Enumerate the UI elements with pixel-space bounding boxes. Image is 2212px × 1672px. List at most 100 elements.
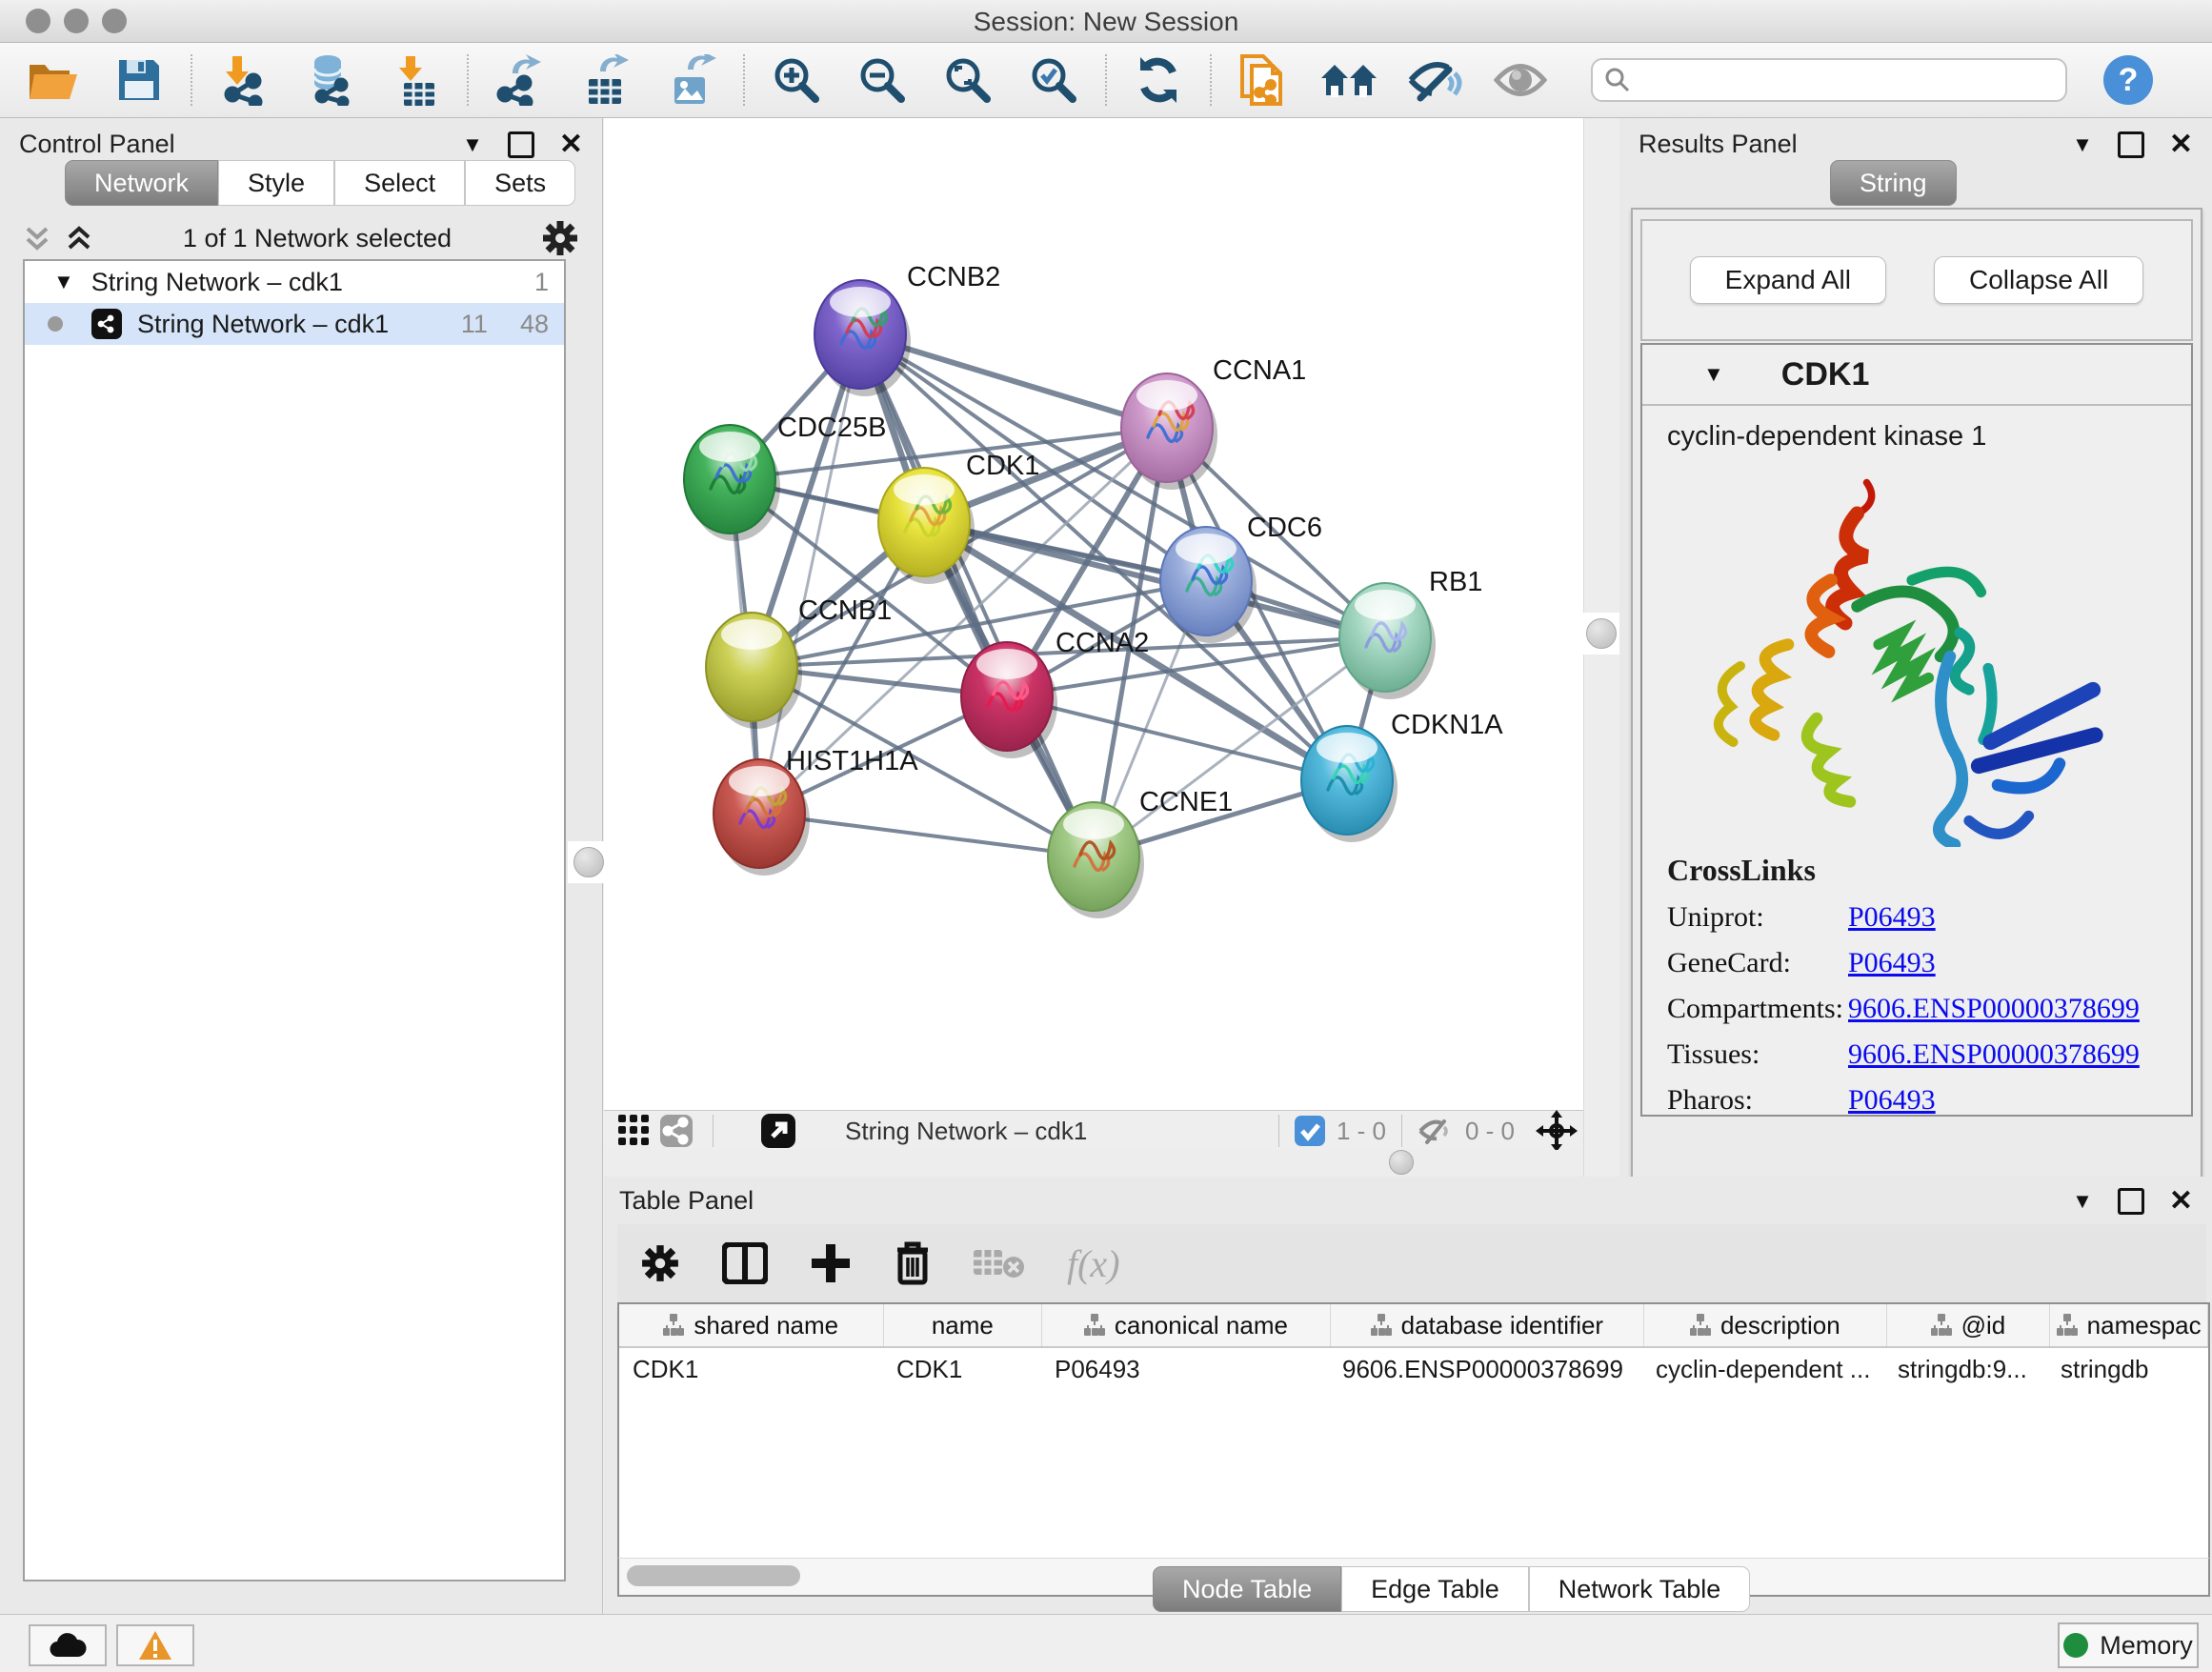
create-column-icon[interactable]: [810, 1242, 852, 1284]
node-HIST1H1A[interactable]: HIST1H1A: [714, 746, 918, 876]
warning-status-button[interactable]: [116, 1624, 194, 1666]
edge[interactable]: [860, 334, 1094, 856]
crosslink-row: Pharos:P06493: [1667, 1084, 2191, 1117]
scrollbar-thumb[interactable]: [627, 1565, 800, 1586]
table-cell[interactable]: stringdb: [2047, 1355, 2204, 1384]
results-panel-close-icon[interactable]: ✕: [2169, 128, 2193, 161]
column-header-@id[interactable]: @id: [1887, 1304, 2051, 1346]
crosslink-link[interactable]: 9606.ENSP00000378699: [1848, 1038, 2140, 1071]
zoom-selected-button[interactable]: [1027, 53, 1080, 107]
tab-style[interactable]: Style: [218, 160, 334, 206]
crosslink-row: Uniprot:P06493: [1667, 901, 2191, 934]
tab-network-table[interactable]: Network Table: [1529, 1566, 1751, 1612]
toolbar-search-input[interactable]: [1591, 58, 2067, 102]
open-session-button[interactable]: [27, 53, 80, 107]
collection-expander-icon[interactable]: ▼: [53, 270, 74, 294]
collection-label: String Network – cdk1: [91, 268, 343, 297]
control-panel-menu-icon[interactable]: ▼: [462, 132, 483, 157]
node-CDK1[interactable]: CDK1: [878, 451, 1039, 584]
string-protein-query-button[interactable]: [1237, 53, 1290, 107]
expand-all-tree-icon[interactable]: [65, 223, 93, 253]
crosslink-link[interactable]: P06493: [1848, 901, 1936, 934]
tab-string[interactable]: String: [1830, 160, 1957, 206]
selected-checkbox-icon[interactable]: [1295, 1116, 1325, 1146]
table-options-gear-icon[interactable]: [640, 1243, 680, 1283]
table-cell[interactable]: P06493: [1041, 1355, 1329, 1384]
table-row[interactable]: CDK1CDK1P064939606.ENSP00000378699cyclin…: [619, 1348, 2208, 1390]
footer-separator: [1278, 1115, 1279, 1147]
crosslink-link[interactable]: 9606.ENSP00000378699: [1848, 993, 2140, 1025]
zoom-fit-button[interactable]: [941, 53, 995, 107]
help-button[interactable]: ?: [2103, 55, 2153, 105]
refresh-icon: [1135, 55, 1182, 105]
column-header-description[interactable]: description: [1644, 1304, 1887, 1346]
column-header-shared-name[interactable]: shared name: [619, 1304, 884, 1346]
node-RB1[interactable]: RB1: [1339, 567, 1482, 699]
show-glass-button[interactable]: [1494, 53, 1547, 107]
right-splitter-handle[interactable]: [1580, 613, 1622, 655]
hidden-eye-slash-icon[interactable]: [1418, 1116, 1454, 1146]
node-table: shared namenamecanonical namedatabase id…: [617, 1302, 2210, 1561]
import-table-button[interactable]: [389, 53, 442, 107]
cloud-status-button[interactable]: [29, 1624, 107, 1666]
crosslink-link[interactable]: P06493: [1848, 1084, 1936, 1117]
protein-section-header[interactable]: ▼ CDK1: [1642, 345, 2191, 406]
save-session-button[interactable]: [112, 53, 166, 107]
column-header-database-identifier[interactable]: database identifier: [1331, 1304, 1644, 1346]
export-table-button[interactable]: [579, 53, 633, 107]
home-networks-button[interactable]: [1322, 53, 1376, 107]
collapse-all-tree-icon[interactable]: [23, 223, 51, 253]
tab-node-table[interactable]: Node Table: [1153, 1566, 1341, 1612]
table-cell[interactable]: stringdb:9...: [1884, 1355, 2047, 1384]
delete-column-icon[interactable]: [894, 1240, 932, 1286]
apply-layout-button[interactable]: [1132, 53, 1185, 107]
results-panel: Results Panel ▼ ✕ String Expand All Coll…: [1619, 118, 2212, 1177]
table-panel-menu-icon[interactable]: ▼: [2072, 1189, 2093, 1214]
zoom-out-button[interactable]: [855, 53, 909, 107]
tab-edge-table[interactable]: Edge Table: [1341, 1566, 1529, 1612]
collapse-all-button[interactable]: Collapse All: [1934, 256, 2143, 304]
memory-button[interactable]: Memory: [2058, 1622, 2199, 1668]
control-panel-close-icon[interactable]: ✕: [559, 128, 583, 161]
table-cell[interactable]: CDK1: [619, 1355, 883, 1384]
tab-sets[interactable]: Sets: [465, 160, 575, 206]
protein-expander-icon[interactable]: ▼: [1703, 362, 1724, 387]
network-row[interactable]: String Network – cdk1 11 48: [25, 303, 564, 345]
zoom-in-button[interactable]: [770, 53, 823, 107]
splitter-knob-icon: [1389, 1150, 1414, 1175]
horizontal-splitter-handle[interactable]: [1389, 1150, 1414, 1175]
export-image-button[interactable]: [665, 53, 718, 107]
node-CCNE1[interactable]: CCNE1: [1048, 787, 1233, 918]
network-collection-row[interactable]: ▼ String Network – cdk1 1: [25, 261, 564, 303]
node-CCNA1[interactable]: CCNA1: [1121, 355, 1306, 490]
table-panel-close-icon[interactable]: ✕: [2169, 1184, 2193, 1218]
node-CDKN1A[interactable]: CDKN1A: [1301, 710, 1503, 842]
show-columns-icon[interactable]: [722, 1242, 768, 1284]
import-network-button[interactable]: [217, 53, 271, 107]
node-label: CDC25B: [777, 413, 886, 443]
table-cell[interactable]: 9606.ENSP00000378699: [1329, 1355, 1642, 1384]
network-canvas[interactable]: CCNB2CCNA1CDC25BCDK1CDC6RB1CCNB1CCNA2CDK…: [604, 118, 1583, 1110]
export-network-button[interactable]: [493, 53, 547, 107]
toolbar-separator: [191, 54, 192, 106]
import-network-from-database-button[interactable]: [303, 53, 356, 107]
export-network-icon: [495, 54, 545, 106]
control-panel-float-icon[interactable]: [508, 131, 534, 158]
tab-network[interactable]: Network: [65, 160, 218, 206]
crosslink-link[interactable]: P06493: [1848, 947, 1936, 979]
edge[interactable]: [759, 334, 860, 814]
column-header-namespac[interactable]: namespac: [2050, 1304, 2208, 1346]
network-graph[interactable]: CCNB2CCNA1CDC25BCDK1CDC6RB1CCNB1CCNA2CDK…: [604, 118, 1583, 1110]
expand-all-button[interactable]: Expand All: [1690, 256, 1886, 304]
network-options-gear-icon[interactable]: [541, 219, 579, 257]
results-panel-menu-icon[interactable]: ▼: [2072, 132, 2093, 157]
table-cell[interactable]: CDK1: [883, 1355, 1041, 1384]
tab-select[interactable]: Select: [334, 160, 465, 206]
column-header-name[interactable]: name: [884, 1304, 1043, 1346]
node-CDC6[interactable]: CDC6: [1160, 513, 1322, 643]
results-panel-float-icon[interactable]: [2118, 131, 2144, 158]
table-panel-float-icon[interactable]: [2118, 1188, 2144, 1215]
table-cell[interactable]: cyclin-dependent ...: [1642, 1355, 1884, 1384]
hide-glass-button[interactable]: [1408, 53, 1461, 107]
column-header-canonical-name[interactable]: canonical name: [1042, 1304, 1330, 1346]
